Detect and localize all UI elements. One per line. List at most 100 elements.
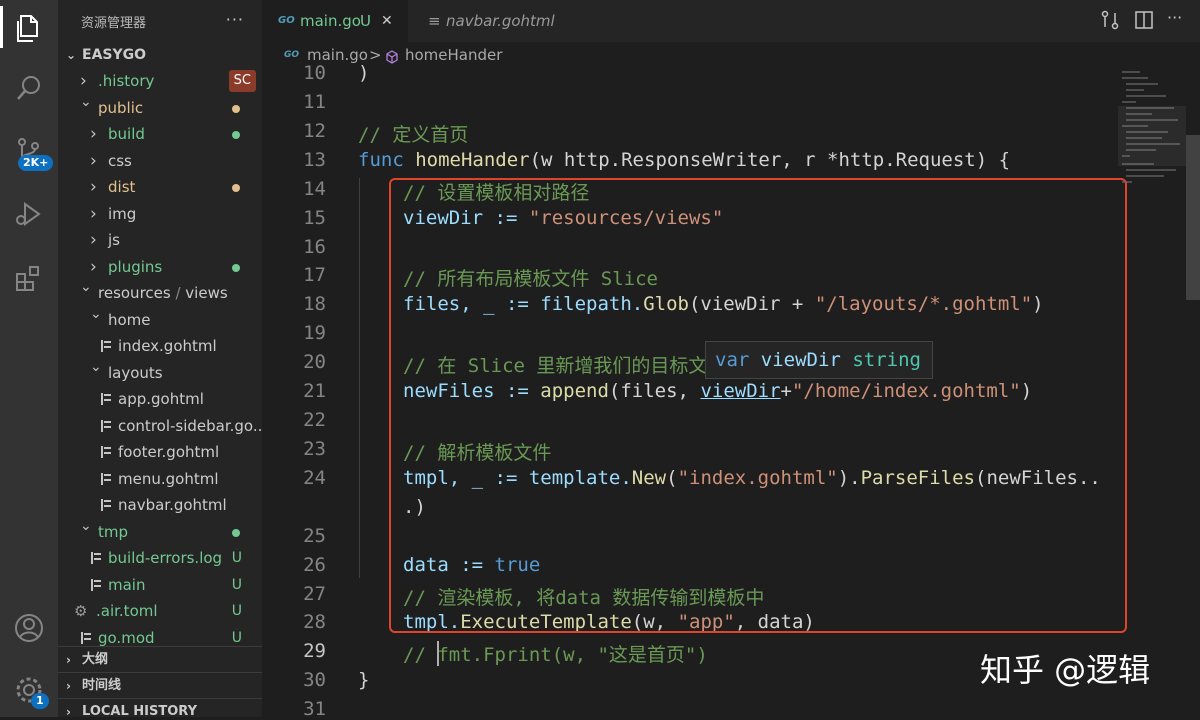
method-cube-icon (385, 46, 399, 64)
file-lines-icon (101, 393, 113, 405)
local-history-section[interactable]: › LOCAL HISTORY (58, 698, 262, 717)
hover-name: viewDir (760, 349, 841, 371)
file-lines-icon (91, 578, 103, 591)
git-status-mark: U (231, 550, 242, 566)
line-number: 18 (303, 293, 326, 315)
line-number: 21 (303, 380, 326, 402)
tree-item[interactable]: footer.gohtml (58, 439, 262, 465)
explorer-icon[interactable] (13, 12, 45, 44)
timeline-label: 时间线 (82, 678, 122, 693)
compare-changes-icon[interactable] (1100, 10, 1120, 30)
tree-item[interactable]: › dist (58, 174, 262, 200)
git-status-dot (232, 184, 240, 192)
code-line: func homeHander(w http.ResponseWriter, r… (358, 149, 1011, 171)
close-icon[interactable]: ✕ (381, 0, 393, 42)
tree-item-label: dist (108, 178, 136, 196)
tree-item[interactable]: index.gohtml (58, 333, 262, 359)
tree-item[interactable]: ⌄ layouts (58, 359, 262, 386)
split-editor-icon[interactable] (1134, 10, 1154, 30)
chevron-down-icon: ⌄ (80, 93, 92, 110)
go-file-icon: GO (278, 15, 295, 26)
line-number: 29 (303, 640, 326, 662)
account-icon[interactable] (13, 612, 45, 644)
settings-badge: 1 (31, 693, 49, 709)
tree-item[interactable]: ⌄ tmp (58, 518, 262, 545)
line-number: 26 (303, 554, 326, 576)
hover-type: string (852, 349, 921, 371)
file-lines-icon (101, 446, 113, 458)
tree-item[interactable]: menu.gohtml (58, 466, 262, 492)
tree-item-label: footer.gohtml (118, 443, 220, 461)
file-lines-icon (101, 419, 113, 432)
line-number: 19 (303, 322, 326, 344)
file-lines-icon (81, 631, 93, 644)
tree-item-label: tmp (98, 522, 129, 541)
file-lines-icon (101, 472, 113, 485)
highlight-annotation-box (389, 178, 1127, 633)
line-number: 15 (303, 207, 326, 229)
tree-item[interactable]: build-errors.log U (58, 545, 262, 571)
chevron-right-icon: › (90, 124, 97, 144)
explorer-title: 资源管理器 (81, 15, 147, 31)
explorer-header: 资源管理器 ··· (58, 0, 262, 42)
tree-item[interactable]: control-sidebar.go... (58, 413, 262, 439)
tree-item[interactable]: ⌄ public (58, 94, 262, 121)
tree-item[interactable]: ⚙ .air.toml U (58, 598, 262, 624)
line-number: 22 (303, 409, 326, 431)
minimap[interactable] (1118, 68, 1186, 198)
workspace-root[interactable]: ⌄ EASYGO (58, 42, 262, 68)
tree-item[interactable]: main U (58, 572, 262, 598)
git-status-dot (232, 131, 240, 139)
line-number-gutter: 10 11 12 13 14 15 16 17 18 19 20 21 22 23 24 25 26 27 28 29… (262, 62, 342, 720)
search-icon[interactable] (13, 72, 45, 104)
scm-badge: 2K+ (18, 155, 54, 171)
git-status-dot (232, 528, 240, 537)
line-number: 10 (303, 62, 326, 84)
line-number: 17 (303, 264, 326, 286)
hover-tooltip: var viewDir string (705, 341, 933, 379)
tree-item[interactable]: app.gohtml (58, 386, 262, 412)
git-status-dot (232, 104, 240, 113)
code-line: ) (358, 62, 370, 84)
tree-item-label: menu.gohtml (118, 469, 219, 488)
explorer-sidebar: 资源管理器 ··· ⌄ EASYGO › .history SC ⌄ public › bu… (58, 0, 262, 717)
line-number: 12 (303, 120, 326, 142)
html-file-icon: ≡ (428, 12, 441, 30)
tree-item[interactable]: ⌄ home (58, 306, 262, 333)
tree-item-label: layouts (108, 363, 163, 382)
tab-status: U (360, 12, 371, 30)
tree-item-label: app.gohtml (118, 390, 204, 408)
tab-main-go[interactable]: GO main.go U ✕ (262, 0, 407, 42)
run-debug-icon[interactable] (13, 198, 45, 230)
tree-item-label: control-sidebar.go... (118, 416, 262, 435)
tree-item[interactable]: › css (58, 148, 262, 174)
extensions-icon[interactable] (13, 262, 45, 294)
chevron-right-icon: › (90, 230, 97, 250)
chevron-down-icon: ⌄ (80, 279, 92, 295)
editor-tabs: GO main.go U ✕ ≡ navbar.gohtml ··· (262, 0, 1200, 42)
tree-item[interactable]: › js (58, 227, 262, 253)
timeline-section[interactable]: › 时间线 (58, 672, 262, 699)
local-history-label: LOCAL HISTORY (82, 704, 197, 717)
tab-navbar-gohtml[interactable]: ≡ navbar.gohtml (407, 0, 578, 42)
breadcrumb-symbol[interactable]: homeHander (405, 42, 502, 68)
git-status-mark: U (231, 603, 242, 619)
tree-item[interactable]: › build (58, 121, 262, 147)
tree-item-label: build-errors.log (108, 549, 223, 567)
outline-section[interactable]: › 大纲 (58, 646, 262, 673)
line-number: 24 (303, 467, 326, 489)
tree-item-label: public (98, 98, 144, 117)
tree-item-label: plugins (108, 257, 163, 276)
file-lines-icon (101, 499, 113, 511)
tree-item[interactable]: ⌄ resources / views (58, 279, 262, 306)
status-badge: SC (228, 70, 256, 92)
code-comment: // fmt.Fprint(w, "这是首页") (403, 644, 708, 666)
vertical-scrollbar[interactable] (1186, 135, 1200, 300)
outline-label: 大纲 (82, 652, 109, 667)
tree-item[interactable]: › img (58, 201, 262, 227)
more-actions-icon[interactable]: ··· (226, 10, 244, 29)
chevron-down-icon: ⌄ (80, 517, 92, 534)
tree-item-label: resources / views (98, 284, 228, 302)
more-actions-icon[interactable]: ··· (1167, 8, 1182, 27)
watermark: 知乎 @逻辑 (980, 651, 1151, 689)
